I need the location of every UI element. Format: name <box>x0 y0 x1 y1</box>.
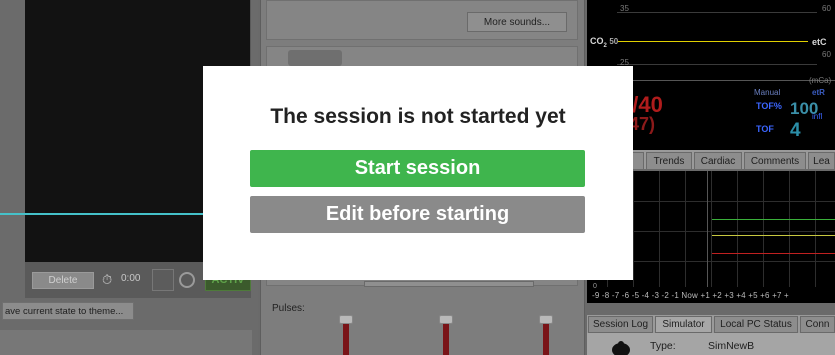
co2-waveform <box>618 41 808 42</box>
trend-gridline <box>763 171 764 287</box>
pulses-label: Pulses: <box>272 303 305 314</box>
stopwatch-icon: ⏱ <box>102 272 113 287</box>
no-entry-icon[interactable] <box>179 272 195 288</box>
co2-scale-top: 35 <box>620 4 629 13</box>
start-session-button[interactable]: Start session <box>250 150 585 187</box>
trend-gridline <box>737 171 738 287</box>
tab-trends[interactable]: Trends <box>646 152 692 170</box>
type-label: Type: <box>650 340 676 352</box>
left-lower-panel <box>0 330 252 355</box>
delete-button[interactable]: Delete <box>32 272 94 289</box>
trend-gridline <box>815 171 816 287</box>
tab-local-pc-status[interactable]: Local PC Status <box>714 316 798 333</box>
pulse-slider[interactable] <box>439 315 453 355</box>
tof-percent-label: TOF% <box>756 101 782 111</box>
timer-value: 0:00 <box>121 273 141 284</box>
tab-simulator[interactable]: Simulator <box>655 316 712 333</box>
trend-gridline <box>659 171 660 287</box>
app-background: Delete ⏱ 0:00 ACTIV ave current state to… <box>0 0 835 355</box>
tab-lea[interactable]: Lea <box>808 152 835 170</box>
pulse-slider[interactable] <box>539 315 553 355</box>
tab-cardiac[interactable]: Cardiac <box>694 152 742 170</box>
tab-connection[interactable]: Conn <box>800 316 835 333</box>
trend-gridline <box>789 171 790 287</box>
etco2-label: etC <box>812 37 827 47</box>
trend-line-yellow <box>712 235 835 236</box>
infl-label: infl <box>812 112 823 121</box>
tab-session-log[interactable]: Session Log <box>588 316 653 333</box>
save-state-to-theme-button[interactable]: ave current state to theme... <box>2 302 134 320</box>
trend-gridline <box>685 171 686 287</box>
simulator-icon <box>612 341 630 355</box>
panel-tab[interactable] <box>288 50 342 66</box>
trend-gridline <box>711 171 712 287</box>
trend-line-green <box>712 219 835 220</box>
record-button[interactable] <box>152 269 174 291</box>
more-sounds-button[interactable]: More sounds... <box>467 12 567 32</box>
manual-label: Manual <box>754 88 781 97</box>
right-scale-1: 60 <box>822 4 831 13</box>
middle-slot <box>364 281 534 287</box>
pulse-slider[interactable] <box>339 315 353 355</box>
dialog-title: The session is not started yet <box>270 105 566 128</box>
session-not-started-dialog: The session is not started yet Start ses… <box>203 66 633 280</box>
trend-zero-label: 0 <box>593 283 597 290</box>
right-scale-2: 60 <box>822 50 831 59</box>
tof-label: TOF <box>756 124 774 134</box>
edit-before-starting-button[interactable]: Edit before starting <box>250 196 585 233</box>
monitor-gridline <box>617 64 817 65</box>
type-value: SimNewB <box>708 340 755 352</box>
trend-line-red <box>712 253 835 254</box>
etr-label: etR <box>812 88 825 97</box>
monitor-gridline <box>617 12 817 13</box>
trend-time-axis: -9 -8 -7 -6 -5 -4 -3 -2 -1 Now +1 +2 +3 … <box>592 291 789 300</box>
right-scale-unit: (mCa) <box>809 76 832 85</box>
tof-value: 4 <box>790 120 801 141</box>
trend-gridline <box>633 171 634 287</box>
now-marker <box>707 171 708 287</box>
tab-comments[interactable]: Comments <box>744 152 806 170</box>
co2-label: CO2 50 <box>590 36 619 49</box>
